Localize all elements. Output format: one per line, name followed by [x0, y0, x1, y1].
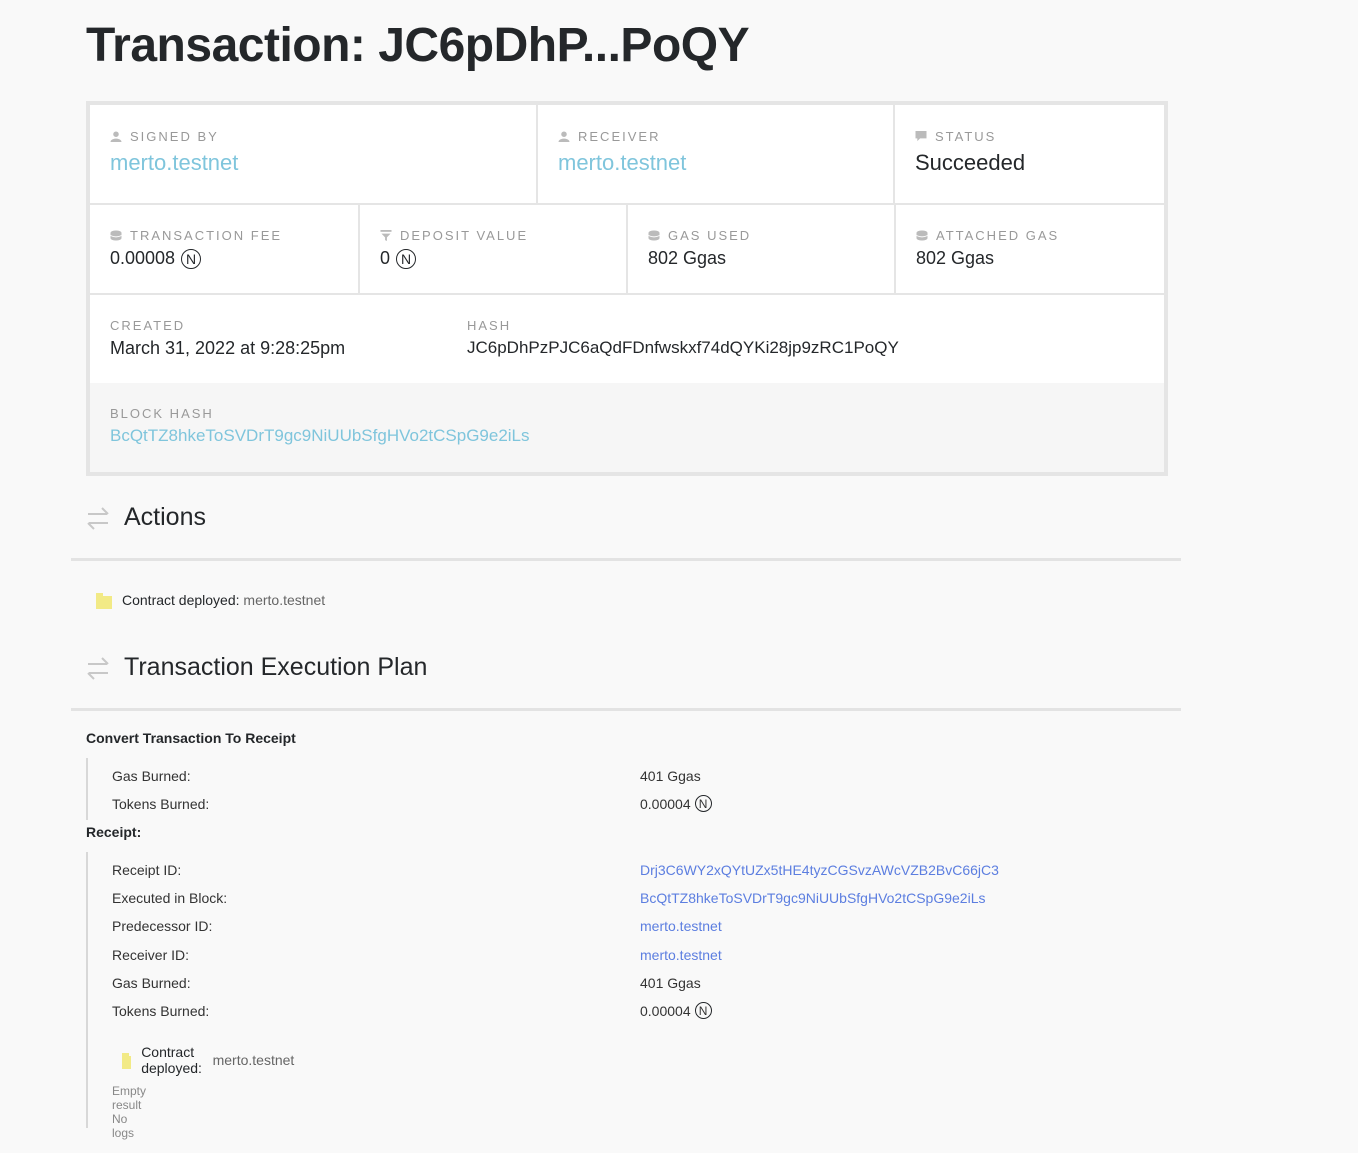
near-token-icon: N — [694, 795, 712, 812]
logs-text: No logs — [112, 1112, 135, 1140]
receipt-id-label: Receipt ID: — [112, 862, 182, 878]
user-icon — [558, 131, 570, 142]
status-label: Status — [935, 129, 997, 144]
attached-gas-value: 802 Ggas — [916, 248, 995, 268]
transaction-fee-cell: Transaction Fee 0.00008 N — [90, 205, 360, 293]
card-row-fees: Transaction Fee 0.00008 N Deposit Value … — [90, 205, 1164, 295]
transaction-fee-label: Transaction Fee — [130, 228, 283, 243]
convert-gas-burned-label: Gas Burned: — [112, 768, 191, 784]
hash-value: JC6pDhPzPJC6aQdFDnfwskxf74dQYKi28jp9zRC1… — [467, 338, 899, 357]
execution-plan-header: Transaction Execution Plan — [86, 653, 427, 682]
deposit-value: 0 N — [380, 248, 417, 269]
receipt-gas-burned-label: Gas Burned: — [112, 975, 191, 991]
transaction-info-card: Signed by merto.testnet Receiver merto.t… — [86, 101, 1168, 476]
coins-icon — [110, 230, 122, 241]
near-token-icon: N — [181, 248, 202, 269]
user-icon — [110, 131, 122, 142]
actions-section-header: Actions — [86, 503, 206, 532]
transfer-arrows-icon — [87, 506, 109, 530]
actions-title: Actions — [124, 503, 206, 531]
card-row-meta: Created March 31, 2022 at 9:28:25pm Hash… — [90, 295, 1164, 383]
executed-in-block-label: Executed in Block: — [112, 890, 228, 906]
transfer-arrows-icon — [87, 656, 109, 680]
coins-icon — [916, 230, 928, 241]
transaction-page: Transaction: JC6pDhP...PoQY Signed by me… — [0, 0, 1358, 1153]
deposit-value-label: Deposit Value — [400, 228, 529, 243]
gas-used-value: 802 Ggas — [648, 248, 727, 268]
receipt-details: Receipt ID: Drj3C6WY2xQYtUZx5tHE4tyzCGSv… — [86, 852, 999, 1140]
hash-label: Hash — [467, 318, 512, 333]
receiver-link[interactable]: merto.testnet — [558, 150, 686, 176]
convert-details: Gas Burned: 401 Ggas Tokens Burned: 0.00… — [86, 758, 712, 820]
card-row-parties: Signed by merto.testnet Receiver merto.t… — [90, 105, 1164, 205]
receipt-gas-burned-value: 401 Ggas — [640, 975, 701, 991]
signed-by-cell: Signed by merto.testnet — [90, 105, 538, 203]
coins-icon — [648, 230, 660, 241]
execution-plan-divider — [71, 708, 1181, 711]
action-item: Contract deployed: merto.testnet — [96, 592, 325, 609]
convert-tokens-burned-value: 0.00004 N — [640, 795, 712, 812]
transaction-fee-value: 0.00008 N — [110, 248, 202, 269]
receipt-tokens-burned-value: 0.00004 N — [640, 1002, 712, 1019]
convert-heading: Convert Transaction To Receipt — [86, 730, 296, 746]
status-value: Succeeded — [915, 150, 1026, 175]
signed-by-link[interactable]: merto.testnet — [110, 150, 238, 176]
created-cell: Created March 31, 2022 at 9:28:25pm — [90, 295, 447, 383]
attached-gas-cell: Attached Gas 802 Ggas — [896, 205, 1164, 293]
card-row-block: Block Hash BcQtTZ8hkeToSVDrT9gc9NiUUbSfg… — [90, 383, 1164, 472]
signed-by-label: Signed by — [130, 129, 219, 144]
predecessor-id-label: Predecessor ID: — [112, 918, 213, 934]
folder-icon — [122, 1052, 132, 1069]
page-title: Transaction: JC6pDhP...PoQY — [86, 19, 750, 72]
block-hash-label: Block Hash — [110, 406, 214, 421]
receipt-action-item: Contract deployed: merto.testnet — [122, 1044, 294, 1076]
receiver-id-label: Receiver ID: — [112, 947, 190, 963]
block-hash-link[interactable]: BcQtTZ8hkeToSVDrT9gc9NiUUbSfgHVo2tCSpG9e… — [110, 426, 530, 446]
gas-used-cell: Gas Used 802 Ggas — [628, 205, 896, 293]
receiver-cell: Receiver merto.testnet — [538, 105, 895, 203]
receiver-label: Receiver — [578, 129, 661, 144]
convert-tokens-burned-label: Tokens Burned: — [112, 796, 210, 812]
receipt-heading: Receipt: — [86, 824, 142, 840]
flag-icon — [915, 131, 927, 142]
result-text: Empty result — [112, 1084, 147, 1112]
folder-icon — [96, 592, 112, 609]
created-value: March 31, 2022 at 9:28:25pm — [110, 338, 346, 358]
actions-divider — [71, 558, 1181, 561]
hash-cell: Hash JC6pDhPzPJC6aQdFDnfwskxf74dQYKi28jp… — [447, 295, 1164, 383]
created-label: Created — [110, 318, 186, 333]
attached-gas-label: Attached Gas — [936, 228, 1060, 243]
filter-icon — [380, 230, 392, 241]
predecessor-id-link[interactable]: merto.testnet — [640, 918, 722, 934]
gas-used-label: Gas Used — [668, 228, 752, 243]
near-token-icon: N — [694, 1002, 712, 1019]
convert-gas-burned-value: 401 Ggas — [640, 768, 701, 784]
receipt-id-link[interactable]: Drj3C6WY2xQYtUZx5tHE4tyzCGSvzAWcVZB2BvC6… — [640, 862, 999, 878]
executed-in-block-link[interactable]: BcQtTZ8hkeToSVDrT9gc9NiUUbSfgHVo2tCSpG9e… — [640, 890, 985, 906]
block-hash-cell: Block Hash BcQtTZ8hkeToSVDrT9gc9NiUUbSfg… — [90, 383, 1164, 472]
receiver-id-link[interactable]: merto.testnet — [640, 947, 722, 963]
status-cell: Status Succeeded — [895, 105, 1164, 203]
execution-plan-title: Transaction Execution Plan — [124, 653, 428, 681]
near-token-icon: N — [396, 248, 417, 269]
receipt-tokens-burned-label: Tokens Burned: — [112, 1003, 210, 1019]
deposit-value-cell: Deposit Value 0 N — [360, 205, 628, 293]
